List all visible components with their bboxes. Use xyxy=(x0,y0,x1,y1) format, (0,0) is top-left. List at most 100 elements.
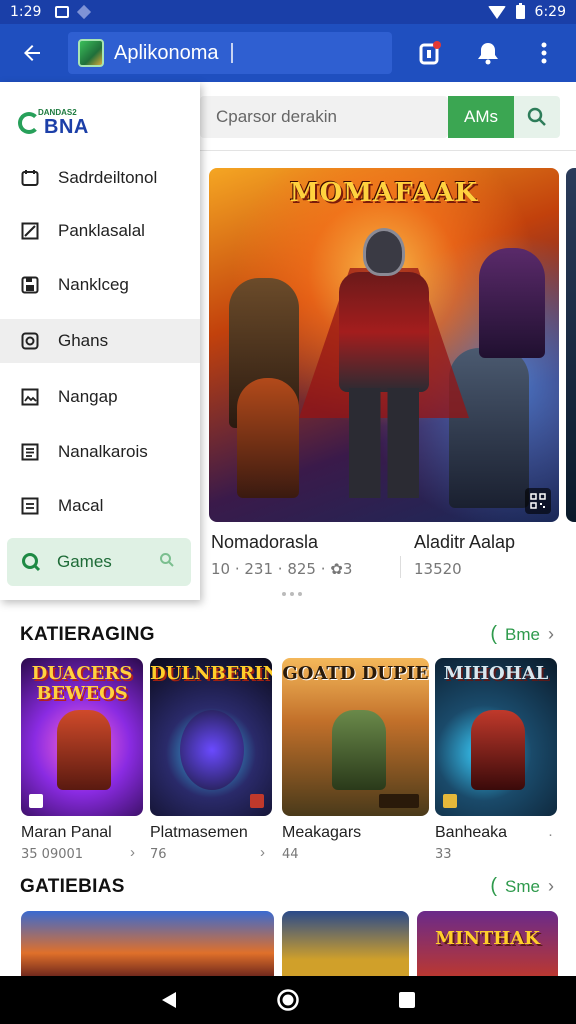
game-meta: 35 09001 xyxy=(21,847,84,862)
edit-icon xyxy=(20,221,40,241)
search-icon xyxy=(527,107,546,126)
featured-meta: 13520 xyxy=(414,560,462,578)
drawer-item[interactable]: Sadrdeiltonol xyxy=(0,156,200,200)
notification-icon xyxy=(55,6,70,18)
image-icon xyxy=(20,387,40,407)
see-all-link[interactable]: ( Sme › xyxy=(490,875,554,898)
drawer-item-label: Macal xyxy=(58,496,104,515)
game-card[interactable] xyxy=(21,911,274,981)
nav-home-button[interactable] xyxy=(268,980,308,1020)
main-search-button[interactable]: AMs xyxy=(448,96,514,138)
app-bar: Aplikonoma xyxy=(0,24,576,82)
drawer-item-label: Nangap xyxy=(58,387,118,406)
drawer-item[interactable]: Nanalkarois xyxy=(0,430,200,474)
bell-icon xyxy=(478,43,498,65)
text-cursor xyxy=(230,43,233,63)
expand-button[interactable] xyxy=(525,488,551,514)
game-character xyxy=(332,710,386,790)
drawer-item-games[interactable]: Games xyxy=(7,538,191,586)
badge-icon xyxy=(443,794,457,808)
game-name: Banheaka xyxy=(435,824,508,841)
game-meta: 44 xyxy=(282,847,299,862)
game-card[interactable]: DUACERS BEWEOS xyxy=(21,658,143,816)
featured-art-title: MOMAFAAK xyxy=(289,178,479,208)
status-time: 1:29 xyxy=(10,4,42,20)
calendar-icon xyxy=(20,168,40,188)
more-vert-icon xyxy=(541,42,547,64)
qr-code-icon xyxy=(530,493,546,509)
settings-notification-icon xyxy=(77,4,92,20)
game-art-title: DUACERS BEWEOS xyxy=(31,663,133,704)
game-name: Maran Panal xyxy=(21,824,112,841)
drawer-item-active[interactable]: Ghans xyxy=(0,319,200,363)
wifi-icon xyxy=(487,5,506,19)
game-art-title: MIHOHAL xyxy=(443,663,549,684)
arrow-left-icon xyxy=(24,45,40,61)
art-figure xyxy=(449,348,529,508)
divider xyxy=(200,150,576,151)
search-icon xyxy=(160,553,174,567)
game-card[interactable]: MINTHAK xyxy=(417,911,558,981)
bell-badge-icon xyxy=(419,41,441,65)
nav-recents-button[interactable] xyxy=(387,980,427,1020)
app-screen: 1:29 6:29 Aplikonoma Cparsor derakin AMs… xyxy=(0,0,576,1024)
link-icon xyxy=(20,331,40,351)
chevron-right-icon: › xyxy=(548,876,554,896)
chevron-right-icon: › xyxy=(130,844,135,861)
game-art-title: MINTHAK xyxy=(435,928,540,949)
bracket-glyph: ( xyxy=(490,623,498,645)
game-card[interactable] xyxy=(282,911,409,981)
game-character xyxy=(57,710,111,790)
see-all-label: Sme xyxy=(505,876,540,896)
app-thumbnail xyxy=(78,39,104,67)
chevron-right-icon: › xyxy=(260,844,265,861)
game-card[interactable]: MIHOHAL xyxy=(435,658,557,816)
game-art-title: DULNBERING xyxy=(150,663,272,684)
section-title: GATIEBIAS xyxy=(20,876,125,897)
app-search-text: Aplikonoma xyxy=(114,41,219,64)
drawer-item-label: Sadrdeiltonol xyxy=(58,168,158,187)
navigation-drawer: DANDAS2 BNA Sadrdeiltonol Panklasalal Na… xyxy=(0,82,200,600)
featured-meta: 10 · 231 · 825 · ✿3 xyxy=(211,560,353,578)
game-card[interactable]: GOATD DUPIE xyxy=(282,658,429,816)
game-character xyxy=(471,710,525,790)
drawer-item[interactable]: Panklasalal xyxy=(0,209,200,253)
game-character xyxy=(180,710,244,790)
drawer-item-label: Nanklceg xyxy=(58,275,129,294)
badge-icon xyxy=(250,794,264,808)
main-search-input[interactable]: Cparsor derakin xyxy=(200,96,448,138)
nav-back-button[interactable] xyxy=(149,980,189,1020)
main-search-icon-button[interactable] xyxy=(514,96,560,138)
divider xyxy=(400,556,401,578)
game-meta: 76 xyxy=(150,847,167,862)
see-all-link[interactable]: ( Bme › xyxy=(490,623,554,646)
featured-game-card-next[interactable] xyxy=(566,168,576,522)
logo-mark-icon xyxy=(18,112,40,134)
notifications-button[interactable] xyxy=(406,24,454,82)
drawer-item-label: Nanalkarois xyxy=(58,442,148,461)
games-search-icon xyxy=(22,553,41,572)
featured-name: Aladitr Aalap xyxy=(414,532,516,552)
more-dot-icon[interactable]: · xyxy=(548,826,553,843)
drawer-item[interactable]: Nangap xyxy=(0,375,200,419)
drawer-item-label: Games xyxy=(57,552,112,571)
art-figure xyxy=(237,378,299,498)
drawer-item[interactable]: Nanklceg xyxy=(0,263,200,307)
game-name: Meakagars xyxy=(282,824,362,841)
app-search-box[interactable]: Aplikonoma xyxy=(68,32,392,74)
featured-name: Nomadorasla xyxy=(211,532,319,552)
circle-home-icon xyxy=(277,989,299,1011)
featured-game-card[interactable]: MOMAFAAK xyxy=(209,168,559,522)
overflow-menu-button[interactable] xyxy=(520,24,568,82)
game-card[interactable]: DULNBERING xyxy=(150,658,272,816)
account-button[interactable] xyxy=(464,24,512,82)
badge-icon xyxy=(29,794,43,808)
status-battery-time: 6:29 xyxy=(534,4,566,20)
carousel-indicator xyxy=(282,592,302,596)
triangle-back-icon xyxy=(162,992,177,1008)
drawer-item-label: Panklasalal xyxy=(58,221,145,240)
drawer-item[interactable]: Macal xyxy=(0,484,200,528)
back-button[interactable] xyxy=(0,24,64,82)
note-icon xyxy=(20,496,40,516)
battery-icon xyxy=(515,3,525,19)
